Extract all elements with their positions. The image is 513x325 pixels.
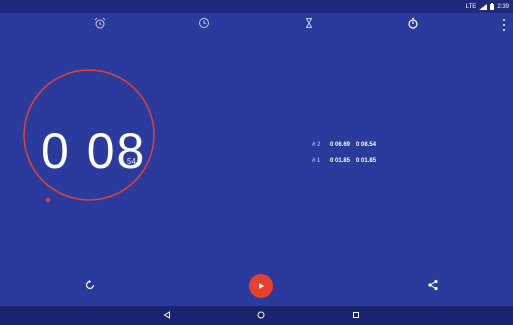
lap-time: 0 01.85: [330, 158, 351, 164]
clock-time: 2:39: [497, 3, 509, 10]
home-icon[interactable]: [255, 309, 267, 321]
stopwatch-icon: [407, 16, 419, 34]
elapsed-time: 0 08: [41, 123, 147, 179]
controls-bar: [0, 270, 513, 306]
alarm-clock-icon: [94, 16, 106, 34]
signal-icon: [479, 3, 488, 10]
dial-progress-dot: [45, 197, 51, 202]
status-bar: LTE 2:39: [0, 0, 513, 13]
lap-number: # 1: [312, 158, 321, 164]
lap-total: 0 08.54: [356, 142, 377, 148]
lap-row: # 2 0 06.69 0 08.54: [312, 137, 376, 153]
reset-button[interactable]: [82, 279, 98, 295]
lap-total: 0 01.85: [356, 158, 377, 164]
back-icon[interactable]: [161, 309, 173, 321]
tab-clock[interactable]: [196, 17, 212, 33]
play-icon: [257, 277, 265, 295]
share-button[interactable]: [425, 279, 441, 295]
overflow-menu-icon[interactable]: [501, 19, 507, 31]
tab-timer[interactable]: [301, 17, 317, 33]
lap-list: # 2 0 06.69 0 08.54 # 1 0 01.85 0 01.85: [312, 137, 376, 169]
network-type: LTE: [465, 3, 477, 10]
elapsed-hundredths: 54: [127, 157, 136, 166]
tab-bar: [0, 13, 513, 37]
recents-icon[interactable]: [350, 309, 362, 321]
lap-row: # 1 0 01.85 0 01.85: [312, 153, 376, 169]
play-button[interactable]: [249, 274, 273, 298]
share-icon: [427, 278, 439, 296]
system-navbar: [0, 306, 513, 325]
hourglass-icon: [303, 16, 315, 34]
lap-time: 0 06.69: [330, 142, 351, 148]
tab-stopwatch[interactable]: [405, 17, 421, 33]
reset-icon: [84, 278, 96, 296]
clock-icon: [198, 16, 210, 34]
tab-alarm[interactable]: [92, 17, 108, 33]
lap-number: # 2: [312, 142, 321, 148]
battery-icon: [490, 3, 495, 10]
